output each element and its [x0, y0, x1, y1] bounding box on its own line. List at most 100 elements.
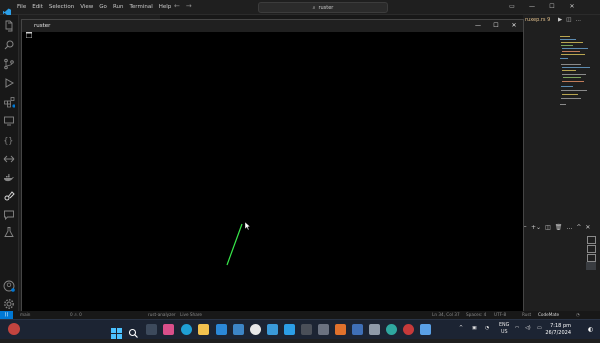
account-icon[interactable]	[3, 277, 15, 292]
menu-edit[interactable]: Edit	[29, 2, 46, 12]
menu-file[interactable]: File	[14, 2, 29, 12]
window-app-icon	[25, 23, 33, 39]
game-window: ruster — ☐ ✕	[21, 19, 524, 318]
task-view-icon[interactable]	[146, 324, 157, 335]
status-encoding[interactable]: UTF-8	[494, 311, 506, 319]
menu-bar: File Edit Selection View Go Run Terminal…	[14, 2, 174, 12]
more-icon[interactable]: …	[566, 224, 572, 231]
game-canvas[interactable]	[22, 32, 523, 317]
menu-view[interactable]: View	[77, 2, 96, 12]
app-icon-1[interactable]	[163, 324, 174, 335]
weather-widget-icon[interactable]	[8, 323, 20, 335]
active-view-icon[interactable]	[3, 187, 15, 201]
minimize-button[interactable]: —	[525, 1, 539, 12]
run-debug-icon[interactable]	[3, 74, 15, 88]
settings-gear-icon[interactable]	[3, 295, 15, 309]
status-problems[interactable]: 0 ⚠ 0	[70, 311, 82, 319]
status-branch[interactable]: main	[20, 311, 30, 319]
more-actions-icon[interactable]: …	[575, 15, 581, 25]
game-minimize-button[interactable]: —	[471, 20, 485, 32]
testing-icon[interactable]	[3, 223, 15, 237]
activity-bar: {}	[0, 15, 19, 320]
tray-app-icon[interactable]: ▣	[472, 326, 477, 331]
nav-arrows: ← →	[174, 2, 192, 10]
menu-run[interactable]: Run	[110, 2, 127, 12]
wifi-icon[interactable]: ◠	[515, 326, 519, 331]
app-icon-7[interactable]	[386, 324, 397, 335]
forward-arrow-icon[interactable]: →	[186, 2, 192, 10]
status-cursor-position[interactable]: Ln 34, Col 37	[432, 311, 460, 319]
edge-icon[interactable]	[181, 324, 192, 335]
back-arrow-icon[interactable]: ←	[174, 2, 180, 10]
chat-icon[interactable]	[3, 206, 15, 221]
status-bar: main 0 ⚠ 0 rust-analyzer Live Share Ln 3…	[0, 311, 600, 319]
status-language[interactable]: Rust	[522, 311, 531, 319]
notifications-bell-icon[interactable]: ◔	[576, 311, 580, 319]
notification-center-icon[interactable]: ◐	[588, 326, 593, 333]
maximize-panel-icon[interactable]: ^	[576, 224, 581, 231]
terminal-item-active[interactable]	[586, 262, 596, 270]
run-file-icon[interactable]: ▶	[558, 15, 562, 25]
status-indentation[interactable]: Spaces: 4	[466, 311, 486, 319]
input-language[interactable]: ENG	[499, 323, 509, 328]
menu-help[interactable]: Help	[156, 2, 175, 12]
source-control-icon[interactable]	[3, 55, 15, 70]
windows-start-icon[interactable]	[111, 324, 122, 339]
terminal-item-icon[interactable]	[587, 245, 596, 253]
split-terminal-icon[interactable]: ◫	[545, 224, 551, 231]
terminal-item-icon[interactable]	[587, 254, 596, 262]
chrome-icon[interactable]	[250, 324, 261, 335]
taskbar-search-icon[interactable]	[128, 324, 139, 338]
app-icon-3[interactable]	[267, 324, 278, 335]
layout-icon[interactable]: ▭	[505, 1, 519, 12]
status-codemate[interactable]: CodeMate	[538, 311, 559, 319]
game-window-titlebar: ruster — ☐ ✕	[22, 20, 523, 39]
pygame-window-taskbar-icon[interactable]	[420, 324, 431, 335]
maximize-button[interactable]: ☐	[545, 1, 559, 12]
file-explorer-icon[interactable]	[198, 324, 209, 335]
clock-time[interactable]: 7:18 pm	[549, 323, 571, 329]
menu-go[interactable]: Go	[96, 2, 110, 12]
minimap[interactable]	[558, 34, 598, 112]
tray-app-icon-2[interactable]: ◔	[485, 326, 489, 331]
green-line	[226, 223, 243, 266]
close-panel-icon[interactable]: ✕	[585, 224, 590, 231]
status-rust-analyzer[interactable]: rust-analyzer	[148, 311, 176, 319]
status-live-share[interactable]: Live Share	[180, 311, 202, 319]
tray-overflow-icon[interactable]: ^	[459, 326, 463, 331]
battery-icon[interactable]: ▭	[537, 326, 542, 331]
app-icon-4[interactable]	[318, 324, 329, 335]
settings-taskbar-icon[interactable]	[369, 324, 380, 335]
app-icon-8[interactable]	[403, 324, 414, 335]
volume-icon[interactable]: ◁)	[525, 326, 531, 331]
game-maximize-button[interactable]: ☐	[489, 20, 503, 32]
bracket-icon[interactable]: {}	[3, 131, 15, 145]
docker-icon[interactable]	[3, 169, 15, 182]
new-terminal-icon[interactable]: +⌄	[531, 224, 541, 231]
menu-terminal[interactable]: Terminal	[126, 2, 155, 12]
game-close-button[interactable]: ✕	[507, 20, 521, 32]
clock-date[interactable]: 26/7/2024	[544, 330, 571, 336]
split-editor-icon[interactable]: ◫	[566, 15, 571, 25]
menu-selection[interactable]: Selection	[46, 2, 77, 12]
terminal-taskbar-icon[interactable]	[301, 324, 312, 335]
app-icon-2[interactable]	[233, 324, 244, 335]
taskbar: ^ ▣ ◔ ENG US ◠ ◁) ▭ 7:18 pm 26/7/2024 ◐	[0, 319, 600, 339]
command-center-text: ruster	[318, 4, 334, 11]
remote-explorer-icon[interactable]	[3, 112, 15, 126]
svg-text:{}: {}	[4, 136, 14, 145]
app-icon-5[interactable]	[335, 324, 346, 335]
command-center-search[interactable]: ⌕ ruster	[258, 2, 388, 13]
store-icon[interactable]	[216, 324, 227, 335]
search-icon[interactable]	[3, 36, 15, 50]
explorer-icon[interactable]	[3, 17, 15, 32]
trash-icon[interactable]: 🗑	[555, 224, 563, 231]
vscode-taskbar-icon[interactable]	[284, 324, 295, 335]
terminal-item-icon[interactable]	[587, 236, 596, 244]
editor-tab-active[interactable]: ruxep.rs 9	[523, 15, 563, 25]
close-button[interactable]: ✕	[565, 1, 579, 12]
extensions-icon[interactable]	[3, 93, 16, 108]
remote-indicator-button[interactable]: ⟩⟨	[0, 311, 13, 319]
app-icon-6[interactable]	[352, 324, 363, 335]
live-share-icon[interactable]	[3, 150, 15, 163]
